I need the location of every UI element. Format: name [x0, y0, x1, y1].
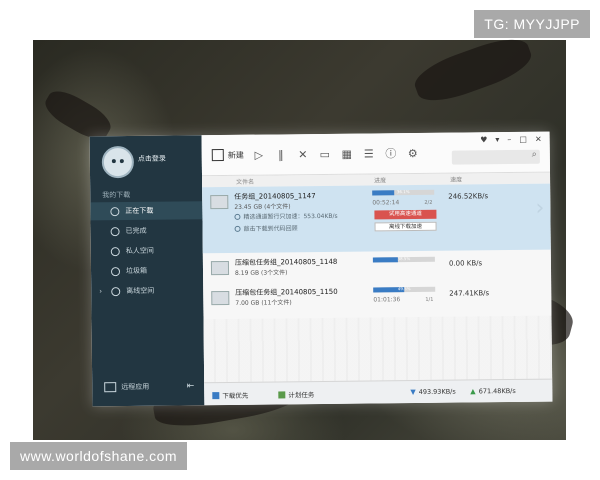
file-count-progress: 1/1	[425, 296, 434, 303]
vip-accel-line: 精选通道暂行只加速：553.04KB/s	[234, 211, 338, 221]
chevron-right-icon[interactable]: ›	[535, 196, 544, 221]
download-manager-window: 点击登录 我的下载 正在下载 已完成 私人空间 垃圾箱 › 离线空间 远程应用 …	[89, 131, 553, 407]
scheduled-task-button[interactable]: 计划任务	[278, 389, 314, 399]
remaining-time: 01:01:36	[373, 296, 401, 304]
status-dot-icon	[234, 225, 241, 232]
archive-icon	[211, 290, 230, 306]
task-name: 压缩包任务组_20140805_1150	[235, 287, 338, 297]
watermark-url: www.worldofshane.com	[10, 442, 188, 470]
archive-icon	[210, 260, 230, 276]
main-panel: 新建 ▷ ‖ ✕ ▭ ▦ ☰ ⓘ ⚙ ♥ ▾ – □ ✕ ⌕ 文件名 进度 速度…	[201, 131, 553, 406]
close-icon[interactable]: ✕	[535, 135, 542, 144]
window-controls: ♥ ▾ – □ ✕	[480, 135, 542, 145]
search-input[interactable]: ⌕	[451, 149, 540, 165]
settings-icon[interactable]: ⚙	[406, 146, 420, 159]
table-row[interactable]: 任务组_20140805_1147 23.45 GB (4个文件) 精选通道暂行…	[202, 183, 551, 254]
column-name: 文件名	[236, 178, 255, 186]
lock-icon	[110, 246, 120, 256]
chevron-right-icon[interactable]: ›	[99, 287, 102, 295]
total-upload-speed: ▲ 671.48KB/s	[470, 386, 516, 396]
download-icon	[110, 206, 120, 216]
table-row[interactable]: 压缩包任务组_20140805_1150 7.00 GB (11个文件) 49.…	[203, 282, 551, 316]
column-progress: 进度	[374, 177, 387, 185]
offline-accel-line: 敲击下载到代码回顾	[234, 223, 298, 233]
task-size: 7.00 GB (11个文件)	[235, 299, 292, 307]
menu-icon[interactable]: ▾	[495, 135, 499, 144]
status-bar: 下载优先 计划任务 ▼ 493.93KB/s ▲ 671.48KB/s	[204, 378, 553, 406]
task-name: 任务组_20140805_1147	[234, 192, 316, 201]
file-count-progress: 2/2	[424, 199, 433, 206]
sidebar-item-label: 正在下载	[125, 206, 154, 216]
monitor-icon	[104, 382, 117, 393]
close-icon[interactable]: ✕	[296, 148, 310, 161]
info-icon[interactable]: ⓘ	[384, 145, 398, 161]
progress-bar: 49.5%	[373, 286, 436, 293]
tree-branch	[409, 30, 537, 110]
task-name: 压缩包任务组_20140805_1148	[234, 257, 338, 267]
sidebar-item-label: 离线空间	[126, 286, 155, 296]
folder-group-icon	[210, 194, 229, 210]
progress-bar: 38.5%	[372, 256, 435, 263]
search-icon[interactable]: ⌕	[532, 150, 537, 160]
sidebar-item-private[interactable]: 私人空间	[91, 241, 203, 260]
remote-app-label: 远程应用	[121, 382, 150, 392]
sidebar-item-label: 已完成	[125, 226, 147, 236]
column-speed: 速度	[450, 176, 463, 184]
play-icon[interactable]: ▷	[252, 148, 266, 161]
check-icon	[110, 226, 120, 236]
new-task-button[interactable]: 新建	[211, 149, 244, 162]
pause-icon[interactable]: ‖	[274, 148, 288, 161]
total-download-speed: ▼ 493.93KB/s	[410, 387, 456, 397]
collapse-sidebar-icon[interactable]: ⇤	[187, 381, 195, 391]
task-size: 8.19 GB (3个文件)	[235, 269, 288, 277]
download-speed: 246.52KB/s	[448, 192, 489, 201]
offline-accelerate-button[interactable]: 离线下载加速	[374, 221, 437, 232]
watermark-telegram: TG: MYYJJPP	[474, 10, 590, 38]
progress-label: 36.1%	[396, 189, 410, 195]
remote-app-button[interactable]: 远程应用	[104, 382, 150, 393]
cloud-icon	[111, 286, 121, 296]
schedule-icon	[278, 390, 286, 398]
avatar[interactable]	[101, 145, 135, 179]
new-label: 新建	[227, 150, 244, 160]
progress-label: 49.5%	[397, 286, 411, 292]
download-first-toggle[interactable]: 下载优先	[212, 390, 248, 400]
sidebar-item-label: 垃圾箱	[125, 266, 148, 276]
sidebar-item-downloading[interactable]: 正在下载	[90, 201, 203, 221]
sidebar-item-offline[interactable]: › 离线空间	[91, 281, 203, 300]
empty-list-area	[203, 315, 553, 384]
table-row[interactable]: 压缩包任务组_20140805_1148 8.19 GB (3个文件) 38.5…	[203, 252, 551, 286]
folder-icon[interactable]: ▭	[318, 147, 332, 160]
try-high-speed-button[interactable]: 试用高速通道	[374, 209, 437, 220]
login-link[interactable]: 点击登录	[138, 154, 166, 164]
download-speed: 0.00 KB/s	[448, 259, 483, 268]
sidebar: 点击登录 我的下载 正在下载 已完成 私人空间 垃圾箱 › 离线空间 远程应用 …	[89, 135, 205, 407]
skin-icon[interactable]: ♥	[480, 135, 487, 144]
task-size: 23.45 GB (4个文件)	[234, 203, 291, 211]
trash-icon	[110, 266, 121, 276]
minimize-icon[interactable]: –	[507, 135, 511, 144]
remaining-time: 00:52:14	[372, 199, 400, 207]
arrow-up-icon: ▲	[470, 387, 476, 396]
list-icon[interactable]: ☰	[362, 147, 376, 160]
new-icon	[211, 149, 224, 162]
sidebar-item-label: 私人空间	[125, 246, 154, 256]
progress-bar: 36.1%	[372, 189, 435, 196]
priority-icon	[212, 391, 220, 399]
arrow-down-icon: ▼	[410, 388, 416, 397]
grid-icon[interactable]: ▦	[340, 147, 354, 160]
download-speed: 247.41KB/s	[449, 289, 490, 298]
maximize-icon[interactable]: □	[519, 135, 527, 144]
status-dot-icon	[234, 213, 241, 220]
sidebar-item-completed[interactable]: 已完成	[90, 221, 202, 240]
progress-label: 38.5%	[397, 256, 411, 262]
sidebar-item-trash[interactable]: 垃圾箱	[91, 261, 203, 280]
nav-heading: 我的下载	[102, 190, 131, 200]
photo-background: 点击登录 我的下载 正在下载 已完成 私人空间 垃圾箱 › 离线空间 远程应用 …	[33, 30, 578, 440]
